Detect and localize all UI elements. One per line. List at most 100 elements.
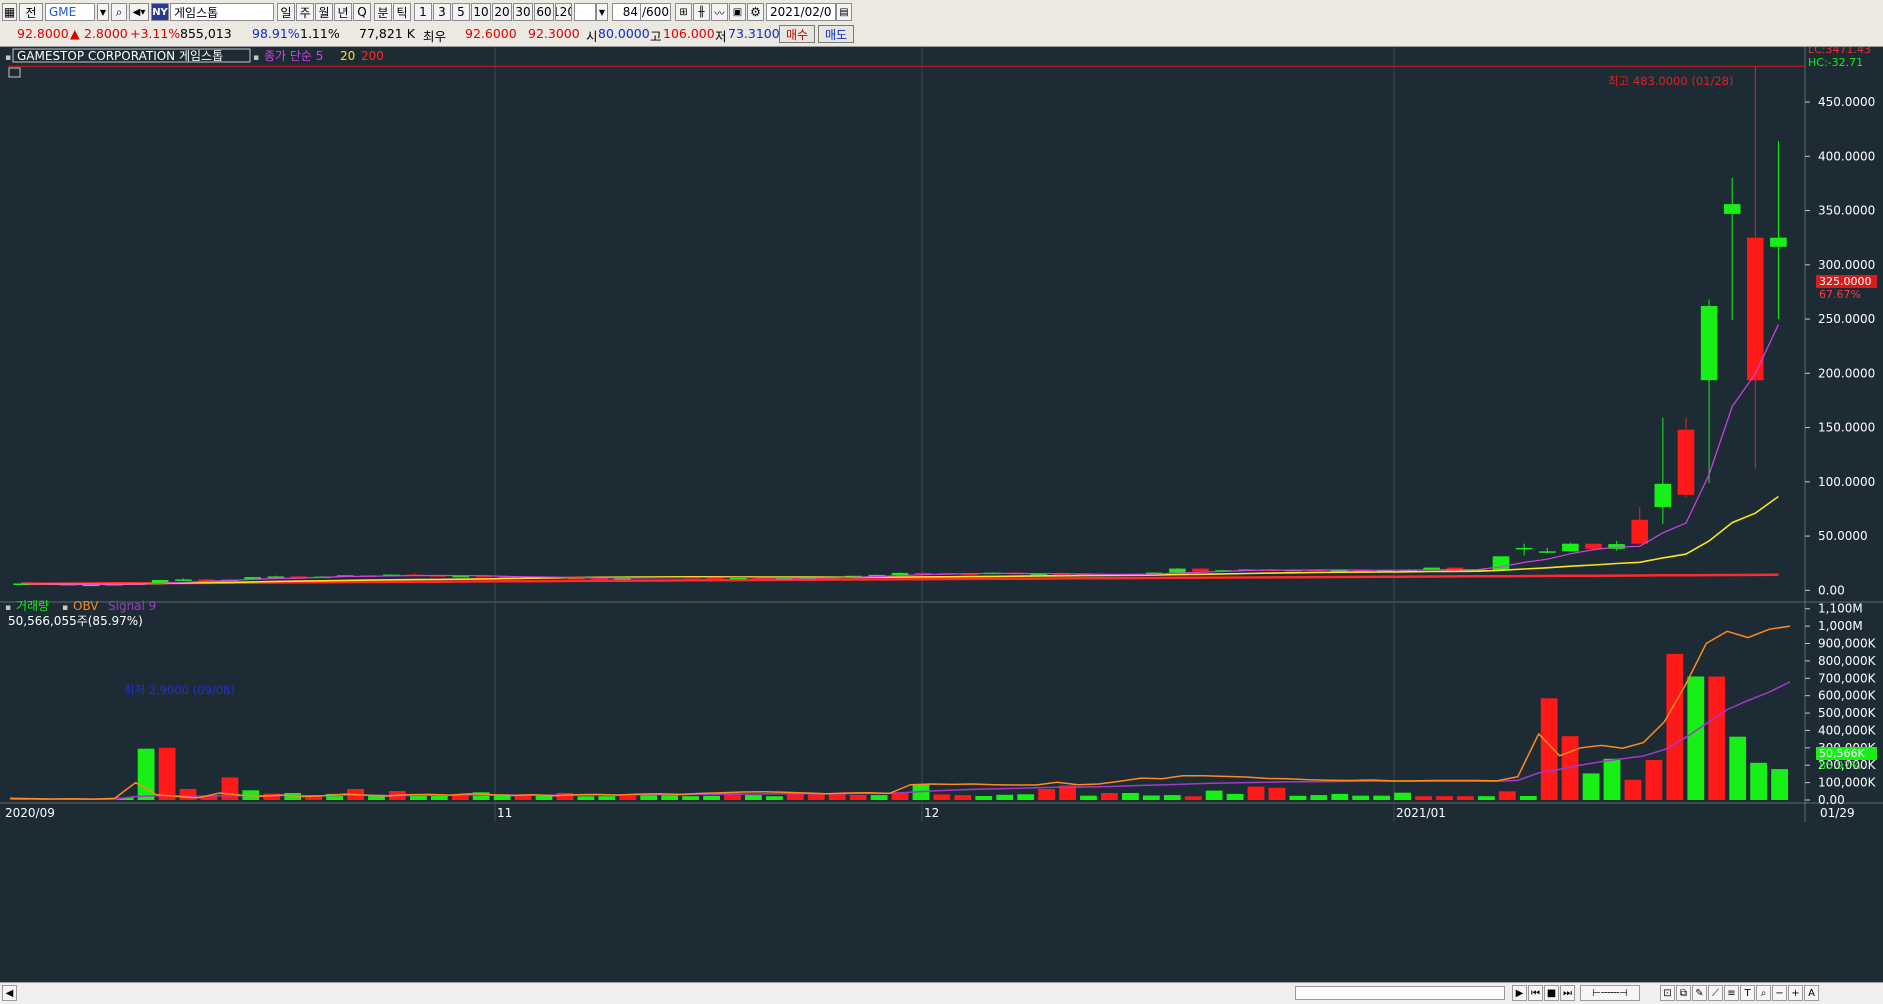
scroll-right-icon[interactable]: ▶ xyxy=(1512,985,1527,1001)
ma200-label: 200 xyxy=(361,49,384,63)
interval-30[interactable]: 30 xyxy=(513,3,533,21)
amount-value: 77,821 K xyxy=(359,26,415,41)
open-label: 시 xyxy=(586,29,598,44)
price-volume-chart[interactable]: 0.00 50.0000 100.0000 150.0000 200.0000 250.0… xyxy=(0,43,1883,982)
price-tick-label: 100.0000 xyxy=(1818,475,1875,489)
volume-bar xyxy=(514,795,532,800)
period-tick-tab[interactable]: 틱 xyxy=(393,3,411,21)
period-month-tab[interactable]: 월 xyxy=(315,3,333,21)
best-ask-value: 92.6000 xyxy=(465,26,517,41)
fib-icon[interactable]: ≡ xyxy=(1724,985,1739,1001)
candle-body xyxy=(1770,237,1787,247)
zoom-icon[interactable]: ⊞ xyxy=(675,3,692,21)
axis-layer: 0.00 50.0000 100.0000 150.0000 200.0000 250.0… xyxy=(1805,95,1877,807)
first-icon[interactable]: ⏮ xyxy=(1528,985,1543,1001)
layout-icon[interactable]: ▦ xyxy=(2,3,17,21)
volume-tick-label: 700,000K xyxy=(1818,671,1877,685)
custom-interval-input[interactable] xyxy=(574,3,596,21)
price-tick-label: 450.0000 xyxy=(1818,95,1875,109)
date-input[interactable]: 2021/02/0 xyxy=(766,3,836,21)
price-tick-label: 150.0000 xyxy=(1818,421,1875,435)
volume-label: 거래량 xyxy=(16,599,49,613)
auto-icon[interactable]: A xyxy=(1804,985,1819,1001)
zoom-in-icon[interactable]: + xyxy=(1788,985,1803,1001)
line-icon[interactable]: 〰 xyxy=(711,3,728,21)
volume-bar xyxy=(556,792,574,800)
copy-icon[interactable]: ⧉ xyxy=(1676,985,1691,1001)
stop-icon[interactable]: ■ xyxy=(1544,985,1559,1001)
volume-readout: 50,566,055주(85.97%) xyxy=(8,614,143,628)
bar-count-input[interactable]: 84 xyxy=(612,3,641,21)
price-tick-label: 250.0000 xyxy=(1818,312,1875,326)
chevron-down-icon[interactable]: ▼ xyxy=(97,3,109,21)
period-week-tab[interactable]: 주 xyxy=(296,3,314,21)
interval-1[interactable]: 1 xyxy=(414,3,432,21)
candle xyxy=(1723,178,1741,321)
speaker-icon[interactable]: ◀▾ xyxy=(129,3,149,21)
bottom-scrollbar[interactable]: ◀ ▶ ⏮ ■ ⏭ ⊢╌╌╌⊣ ⊡ ⧉ ✎ ⟋ ≡ T ⌕ − + A xyxy=(0,982,1883,1004)
period-minute-tab[interactable]: 분 xyxy=(374,3,392,21)
crosshair-icon[interactable]: ⊡ xyxy=(1660,985,1675,1001)
volume-bar xyxy=(933,794,951,800)
volume-bar xyxy=(870,795,888,800)
symbol-input[interactable]: GME xyxy=(45,3,95,21)
obv-line xyxy=(9,625,1791,800)
candle-body xyxy=(1747,237,1764,381)
volume-bar xyxy=(158,747,176,800)
x-label-11: 11 xyxy=(497,806,512,820)
volume-bar xyxy=(682,796,699,800)
search-icon[interactable]: ⌕ xyxy=(111,3,127,21)
volume-bar xyxy=(1017,794,1035,800)
scroll-left-icon[interactable]: ◀ xyxy=(2,985,17,1001)
buy-button[interactable]: 매수 xyxy=(779,25,815,43)
period-day-tab[interactable]: 일 xyxy=(277,3,295,21)
scroll-track[interactable] xyxy=(1295,986,1505,1000)
exchange-badge: NY xyxy=(151,3,169,21)
ma5-label: 종가 단순 5 xyxy=(264,49,323,63)
period-quarter-tab[interactable]: Q xyxy=(353,3,371,21)
volume-bar xyxy=(1415,796,1432,800)
interval-20[interactable]: 20 xyxy=(492,3,512,21)
volume-tick-label: 100,000K xyxy=(1818,776,1877,790)
gear-icon[interactable]: ⚙ xyxy=(747,3,764,21)
candle-icon[interactable]: ╫ xyxy=(693,3,710,21)
zoom-out-icon[interactable]: − xyxy=(1772,985,1787,1001)
chart-area[interactable]: 0.00 50.0000 100.0000 150.0000 200.0000 250.0… xyxy=(0,43,1883,982)
volume-bar xyxy=(1247,786,1265,800)
zoom-slider[interactable]: ⊢╌╌╌⊣ xyxy=(1580,985,1640,1001)
volume-layer xyxy=(9,625,1791,800)
volume-tick-label: 500,000K xyxy=(1818,706,1877,720)
calendar-icon[interactable]: ▤ xyxy=(836,3,852,21)
draw-icon[interactable]: ✎ xyxy=(1692,985,1707,1001)
interval-120[interactable]: 120 xyxy=(555,3,572,21)
save-icon[interactable]: ▣ xyxy=(729,3,746,21)
volume-tick-label: 600,000K xyxy=(1818,689,1877,703)
symbol-name-field[interactable]: 게임스톱 xyxy=(170,3,274,21)
interval-60[interactable]: 60 xyxy=(534,3,554,21)
volume-tick-label: 1,000M xyxy=(1818,619,1863,633)
sell-button[interactable]: 매도 xyxy=(818,25,854,43)
interval-3[interactable]: 3 xyxy=(433,3,451,21)
high-annotation: 최고 483.0000 (01/28) xyxy=(1608,74,1733,88)
magnifier-icon[interactable]: ⌕ xyxy=(1756,985,1771,1001)
volume-bar xyxy=(661,795,679,800)
volume-bar xyxy=(849,795,867,800)
trend-icon[interactable]: ⟋ xyxy=(1708,985,1723,1001)
volume-bar xyxy=(766,796,783,800)
interval-dropdown-icon[interactable]: ▼ xyxy=(596,3,608,21)
text-icon[interactable]: T xyxy=(1740,985,1755,1001)
candle xyxy=(1770,141,1787,320)
period-year-tab[interactable]: 년 xyxy=(334,3,352,21)
volume-pct-tag: 85.97% xyxy=(1819,759,1861,772)
volume-tick-label: 900,000K xyxy=(1818,637,1877,651)
last-icon[interactable]: ⏭ xyxy=(1560,985,1575,1001)
volume-bar xyxy=(1352,795,1370,800)
all-button[interactable]: 전 xyxy=(19,3,43,21)
interval-5[interactable]: 5 xyxy=(452,3,470,21)
volume-bar xyxy=(640,794,658,800)
pct-tag: 67.67% xyxy=(1819,288,1861,301)
grid-toggle-icon[interactable] xyxy=(8,67,21,78)
volume-value: 855,013 xyxy=(180,26,232,41)
volume-bar xyxy=(975,796,993,800)
interval-10[interactable]: 10 xyxy=(471,3,491,21)
